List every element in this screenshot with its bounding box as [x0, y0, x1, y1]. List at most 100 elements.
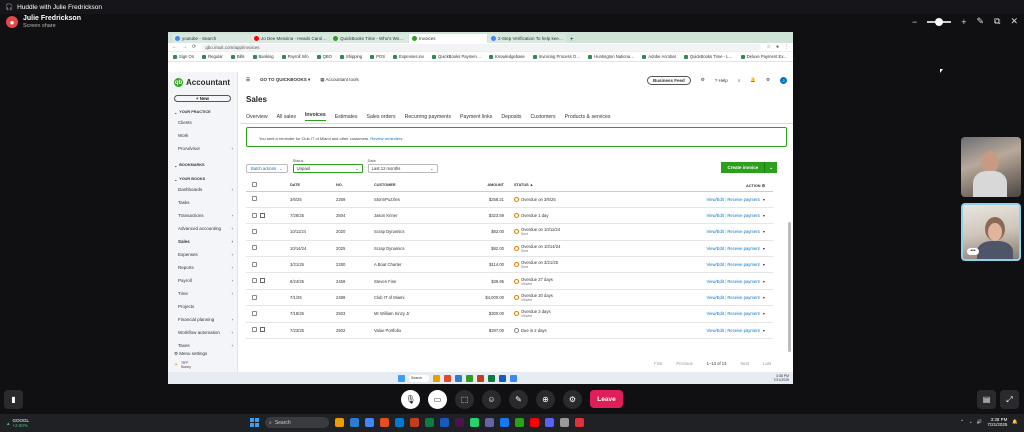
view-edit-link[interactable]: View/Edit	[707, 213, 724, 218]
help-button[interactable]: ? Help	[715, 78, 728, 83]
sidebar-item[interactable]: Workflow automation ›	[168, 326, 237, 339]
browser-menu-icon[interactable]: ⋮	[784, 44, 789, 50]
view-edit-link[interactable]: View/Edit	[707, 311, 724, 316]
bookmark-item[interactable]: Sign On	[173, 54, 194, 59]
notification-bell-icon[interactable]: 🔔	[1012, 419, 1018, 425]
row-checkbox[interactable]	[252, 212, 257, 218]
reload-icon[interactable]: ⟳	[192, 44, 196, 50]
sidebar-item[interactable]: Time ›	[168, 287, 237, 300]
user-avatar[interactable]: J	[780, 76, 787, 84]
close-icon[interactable]: ✕	[1010, 16, 1018, 27]
sidebar-item[interactable]: Financial planning ›	[168, 313, 237, 326]
zoom-slider[interactable]	[927, 17, 952, 26]
bookmark-item[interactable]: QuickBooks Paymen…	[432, 54, 481, 59]
search-icon[interactable]: ⌕	[738, 78, 741, 83]
row-checkbox[interactable]	[252, 261, 257, 267]
sidebar-section[interactable]: ⌄ BOOKMARKS	[168, 161, 237, 169]
sales-tab[interactable]: Sales orders	[367, 114, 396, 120]
view-edit-link[interactable]: View/Edit	[707, 295, 724, 300]
sidebar-item[interactable]: Tasks	[168, 196, 237, 209]
bookmark-item[interactable]: Deluxe Payment Ex…	[741, 54, 788, 59]
share-screen-icon[interactable]: ⬚	[455, 389, 474, 409]
microphone-icon[interactable]: 🎙	[401, 389, 420, 409]
table-row[interactable]: 6/24/25 2459 Steven Fine $39.95 Overdue …	[246, 272, 773, 290]
sidebar-item[interactable]: Expenses ›	[168, 248, 237, 261]
bookmark-item[interactable]: Adobe Acrobat	[642, 54, 675, 59]
view-edit-link[interactable]: View/Edit	[707, 197, 724, 202]
col-no[interactable]: NO.	[336, 180, 374, 192]
taskbar-clock[interactable]: 3:38 PM 7/21/2025	[987, 417, 1007, 427]
col-customer[interactable]: CUSTOMER	[374, 180, 474, 192]
browser-tab[interactable]: Invoices	[409, 34, 487, 43]
leave-button[interactable]: Leave	[590, 390, 623, 408]
view-edit-link[interactable]: View/Edit	[707, 279, 724, 284]
pager-last[interactable]: Last	[763, 361, 771, 366]
bookmark-item[interactable]: Bills	[231, 54, 245, 59]
taskbar-search[interactable]: ⌕ Search	[265, 417, 329, 428]
zoom-out-icon[interactable]: −	[912, 17, 917, 27]
select-all-checkbox[interactable]	[252, 182, 257, 188]
row-checkbox[interactable]	[252, 310, 257, 316]
receive-payment-link[interactable]: Receive payment	[727, 197, 759, 202]
receive-payment-link[interactable]: Receive payment	[727, 279, 759, 284]
sidebar-item[interactable]: ProAdvisor ›	[168, 142, 237, 155]
row-checkbox[interactable]	[252, 327, 257, 333]
sales-tab[interactable]: Deposits	[501, 114, 521, 120]
sidebar-item[interactable]: Reports ›	[168, 261, 237, 274]
sales-tab[interactable]: Products & services	[565, 114, 611, 120]
windows-start-icon[interactable]	[250, 418, 259, 427]
bookmark-item[interactable]: Payroll Info	[282, 54, 309, 59]
row-checkbox[interactable]	[252, 294, 257, 300]
bookmark-item[interactable]: Knowledgebase	[489, 54, 525, 59]
view-edit-link[interactable]: View/Edit	[707, 262, 724, 267]
table-row[interactable]: 7/18/25 2503 Mr William Kinzy Jr $300.00…	[246, 305, 773, 323]
popout-icon[interactable]: ⧉	[994, 16, 1000, 27]
receive-payment-link[interactable]: Receive payment	[727, 328, 759, 333]
receive-payment-link[interactable]: Receive payment	[727, 311, 759, 316]
pager-first[interactable]: First	[654, 361, 662, 366]
create-invoice-button[interactable]: Create invoice ⌄	[721, 162, 777, 173]
pager-next[interactable]: Next	[740, 361, 749, 366]
sales-tab[interactable]: Payment links	[460, 114, 492, 120]
receive-payment-link[interactable]: Receive payment	[727, 229, 759, 234]
bookmark-item[interactable]: Regular	[202, 54, 223, 59]
bookmark-item[interactable]: Expenses.inv	[393, 54, 424, 59]
slack-icon[interactable]	[455, 418, 464, 427]
firefox-icon[interactable]	[380, 418, 389, 427]
youtube-icon[interactable]	[530, 418, 539, 427]
pager-previous[interactable]: Previous	[676, 361, 692, 366]
profile-icon[interactable]: ●	[776, 44, 779, 50]
settings-icon[interactable]: ⚙	[563, 389, 582, 409]
facebook-icon[interactable]	[500, 418, 509, 427]
browser-tab[interactable]: 2-Step Verification To help kee…	[488, 34, 566, 43]
bookmark-item[interactable]: QBO	[317, 54, 332, 59]
chevron-down-icon[interactable]: ▾	[763, 262, 765, 267]
sidebar-item[interactable]: Advanced accounting ›	[168, 222, 237, 235]
table-row[interactable]: 3/6/25 2269 StormPuzzles $258.21 Overdue…	[246, 191, 773, 208]
receive-payment-link[interactable]: Receive payment	[727, 295, 759, 300]
business-feed-button[interactable]: Business Feed	[646, 75, 691, 85]
participant-video-2[interactable]: •••	[961, 203, 1021, 261]
teams-icon[interactable]	[485, 418, 494, 427]
stock-widget[interactable]: ▲ GOOGL +2.60%	[0, 418, 29, 428]
col-date[interactable]: DATE	[290, 180, 336, 192]
qb-logo[interactable]: qb Accountant	[168, 72, 237, 87]
url-field[interactable]: qbo.intuit.com/app/invoices	[201, 43, 762, 51]
view-edit-link[interactable]: View/Edit	[707, 229, 724, 234]
wifi-icon[interactable]: ◔	[969, 420, 972, 425]
chevron-down-icon[interactable]: ▾	[763, 197, 765, 202]
settings-gear-icon[interactable]: ⚙	[766, 77, 770, 83]
emoji-icon[interactable]: ☺	[482, 389, 501, 409]
status-select[interactable]: Unpaid ⌄	[292, 164, 363, 173]
file-explorer-icon[interactable]	[335, 418, 344, 427]
new-button[interactable]: + New	[174, 95, 231, 102]
chevron-down-icon[interactable]: ▾	[763, 229, 765, 234]
receive-payment-link[interactable]: Receive payment	[727, 246, 759, 251]
sidebar-section[interactable]: ⌄ YOUR PRACTICE	[168, 108, 237, 116]
table-settings-icon[interactable]: ⚙	[762, 184, 765, 188]
goto-quickbooks[interactable]: GO TO QUICKBOOKS ▾	[260, 77, 310, 83]
table-row[interactable]: 3/21/25 2280 A Boat Charter $114.00 Over…	[246, 256, 773, 274]
review-reminders-link[interactable]: Review reminders	[370, 136, 402, 141]
new-tab-icon[interactable]: +	[570, 37, 574, 43]
app-icon[interactable]	[560, 418, 569, 427]
